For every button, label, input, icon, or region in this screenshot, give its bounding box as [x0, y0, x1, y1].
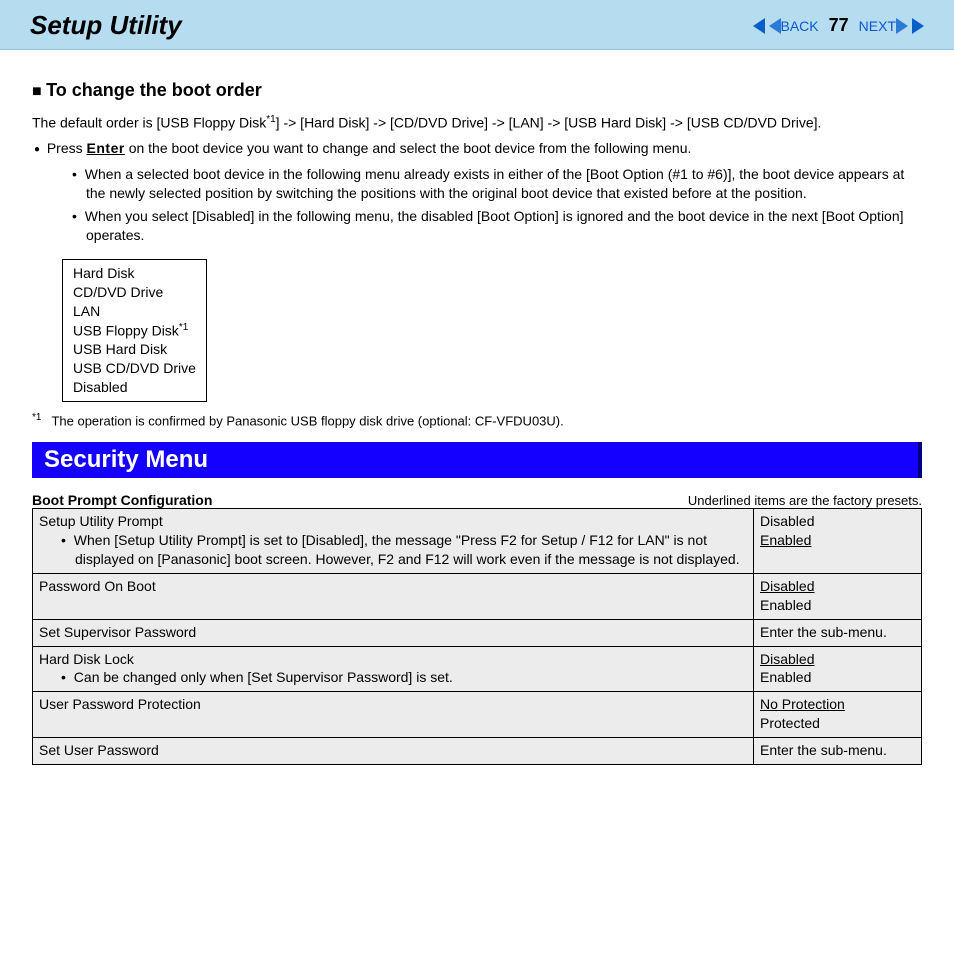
boot-menu-box: Hard Disk CD/DVD Drive LAN USB Floppy Di… — [62, 259, 207, 402]
boot-sub-note-1: When a selected boot device in the follo… — [72, 165, 922, 203]
back-label: BACK — [781, 18, 819, 34]
setting-label: User Password Protection — [33, 692, 754, 738]
setting-value: Protected — [760, 714, 915, 733]
arrow-right-icon — [896, 18, 908, 34]
arrow-left-icon — [769, 18, 781, 34]
setting-label: Set Supervisor Password — [33, 619, 754, 646]
table-row: Hard Disk Lock Can be changed only when … — [33, 646, 922, 692]
footnote: *1The operation is confirmed by Panasoni… — [32, 412, 922, 428]
menu-item: Disabled — [73, 378, 196, 397]
menu-item: USB CD/DVD Drive — [73, 359, 196, 378]
setting-value: Enabled — [760, 668, 915, 687]
next-label: NEXT — [859, 18, 896, 34]
next-link[interactable]: NEXT — [859, 18, 924, 34]
menu-item: CD/DVD Drive — [73, 283, 196, 302]
preset-note: Underlined items are the factory presets… — [688, 493, 922, 508]
setting-value: Enter the sub-menu. — [754, 738, 922, 765]
boot-heading: To change the boot order — [32, 80, 922, 101]
boot-sub-note-2: When you select [Disabled] in the follow… — [72, 207, 922, 245]
menu-item: USB Hard Disk — [73, 340, 196, 359]
table-row: Setup Utility Prompt When [Setup Utility… — [33, 509, 922, 574]
menu-item: Hard Disk — [73, 264, 196, 283]
page-title: Setup Utility — [30, 10, 182, 41]
menu-item: USB Floppy Disk*1 — [73, 321, 196, 341]
arrow-right-icon — [912, 18, 924, 34]
table-row: Set User Password Enter the sub-menu. — [33, 738, 922, 765]
setting-note: Can be changed only when [Set Supervisor… — [61, 668, 747, 687]
setting-label: Setup Utility Prompt — [39, 512, 747, 531]
setting-value: Disabled — [760, 512, 915, 531]
setting-value-default: Disabled — [760, 577, 915, 596]
back-link[interactable]: BACK — [753, 18, 819, 34]
setting-label: Set User Password — [33, 738, 754, 765]
setting-value: Enter the sub-menu. — [754, 619, 922, 646]
security-menu-header: Security Menu — [32, 442, 922, 478]
default-order-text: The default order is [USB Floppy Disk*1]… — [32, 113, 922, 133]
menu-item: LAN — [73, 302, 196, 321]
setting-value: Enabled — [760, 596, 915, 615]
arrow-left-icon — [753, 18, 765, 34]
config-heading: Boot Prompt Configuration — [32, 492, 212, 508]
table-row: Set Supervisor Password Enter the sub-me… — [33, 619, 922, 646]
setting-value-default: Enabled — [760, 531, 915, 550]
page-number: 77 — [829, 15, 849, 36]
setting-note: When [Setup Utility Prompt] is set to [D… — [61, 531, 747, 569]
content-area: To change the boot order The default ord… — [0, 50, 954, 785]
setting-value-default: Disabled — [760, 650, 915, 669]
page-nav: BACK 77 NEXT — [753, 15, 925, 36]
page-header: Setup Utility BACK 77 NEXT — [0, 0, 954, 50]
table-row: Password On Boot Disabled Enabled — [33, 573, 922, 619]
setting-label: Hard Disk Lock — [39, 650, 747, 669]
table-row: User Password Protection No Protection P… — [33, 692, 922, 738]
press-enter-instruction: Press Enter on the boot device you want … — [52, 139, 922, 158]
settings-table: Setup Utility Prompt When [Setup Utility… — [32, 508, 922, 765]
enter-key: Enter — [87, 140, 125, 156]
setting-value-default: No Protection — [760, 695, 915, 714]
setting-label: Password On Boot — [33, 573, 754, 619]
